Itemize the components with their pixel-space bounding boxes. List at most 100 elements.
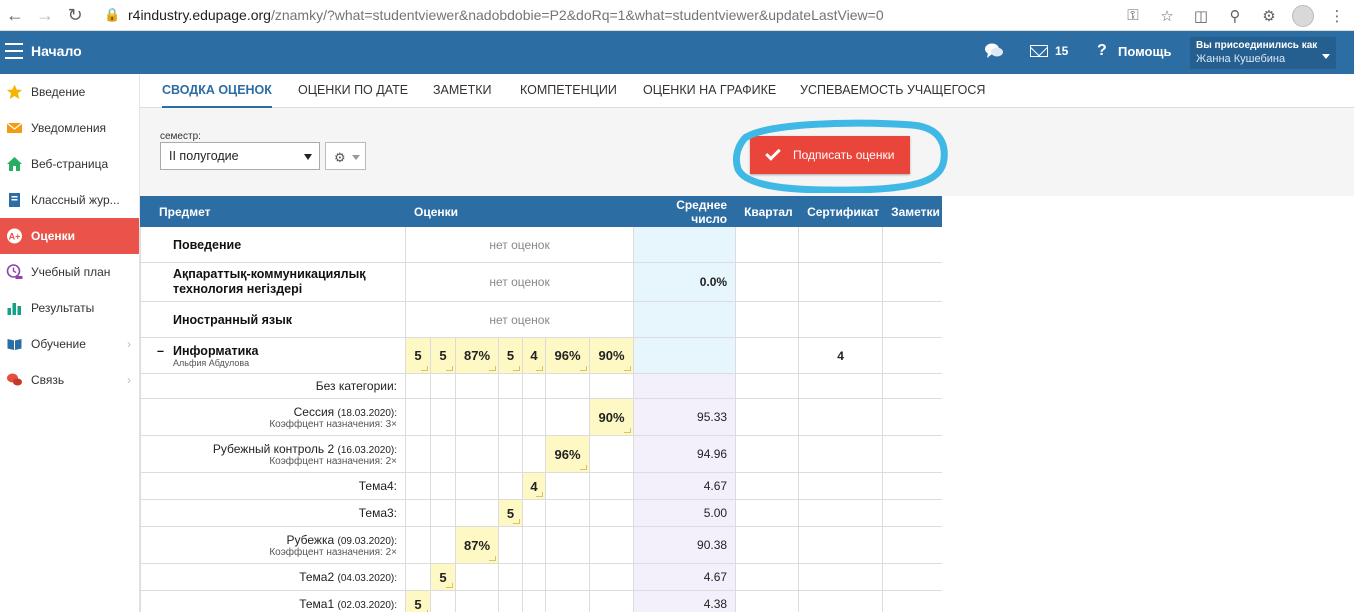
- grade-cell[interactable]: 87%: [455, 526, 499, 564]
- category-row[interactable]: Рубежка (09.03.2020): Коэффцент назначени…: [140, 526, 942, 564]
- chevron-down-icon: [1322, 54, 1330, 59]
- sidebar-item-curriculum[interactable]: Учебный план: [0, 254, 139, 290]
- user-switcher[interactable]: Вы присоединились как Жанна Кушебина: [1190, 37, 1336, 69]
- category-name: Тема2: [299, 570, 335, 584]
- sidebar-item-intro[interactable]: Введение: [0, 74, 139, 110]
- category-row[interactable]: Тема4: 4 4.67: [140, 472, 942, 500]
- grade-cell[interactable]: 96%: [545, 337, 590, 374]
- empty-grade-cell: [498, 435, 523, 473]
- reload-icon[interactable]: ↻: [60, 0, 90, 31]
- gear-icon: ⚙: [334, 150, 346, 165]
- help-link[interactable]: Помощь: [1118, 44, 1171, 59]
- quarter-cell: [735, 398, 800, 436]
- pocket-icon[interactable]: ◫: [1184, 0, 1218, 31]
- sidebar-item-results[interactable]: Результаты: [0, 290, 139, 326]
- empty-grade-cell: [430, 435, 456, 473]
- grade-cell[interactable]: 5: [405, 590, 431, 612]
- grade-cell[interactable]: 5: [498, 337, 523, 374]
- category-name: Рубежка: [286, 532, 335, 547]
- empty-grade-cell: [455, 590, 499, 612]
- quarter-cell: [735, 526, 800, 564]
- sidebar-item-notifications[interactable]: Уведомления: [0, 110, 139, 146]
- subject-name: Поведение: [140, 226, 406, 263]
- category-row[interactable]: Тема1 (02.03.2020): 5 4.38: [140, 590, 942, 612]
- tab-notes[interactable]: ЗАМЕТКИ: [433, 74, 492, 108]
- average-cell: 0.0%: [633, 262, 737, 302]
- table-row[interactable]: Ақпараттық-коммуникациялық технология не…: [140, 262, 942, 302]
- empty-grade-cell: [455, 373, 499, 399]
- grade-cell[interactable]: 90%: [588, 337, 635, 374]
- category-row[interactable]: Сессия (18.03.2020): Коэффцент назначения…: [140, 398, 942, 436]
- app-title[interactable]: Начало: [31, 43, 82, 59]
- table-row[interactable]: Иностранный язык нет оценок: [140, 301, 942, 338]
- category-date: (09.03.2020):: [337, 535, 398, 547]
- tab-grades-by-date[interactable]: ОЦЕНКИ ПО ДАТЕ: [298, 74, 408, 108]
- grade-cell[interactable]: 4: [522, 337, 546, 374]
- user-name: Жанна Кушебина: [1196, 53, 1286, 65]
- col-grades: Оценки: [404, 196, 635, 227]
- collapse-icon[interactable]: –: [157, 344, 164, 358]
- certificate-cell: [798, 398, 884, 436]
- empty-grade-cell: [455, 435, 499, 473]
- more-icon[interactable]: ⋮: [1320, 0, 1354, 31]
- table-row[interactable]: Поведение нет оценок: [140, 226, 942, 263]
- semester-select[interactable]: II полугодие: [160, 142, 320, 170]
- category-row[interactable]: Рубежный контроль 2 (16.03.2020): Коэффце…: [140, 435, 942, 473]
- sidebar-item-label: Учебный план: [31, 265, 111, 279]
- forward-icon[interactable]: →: [30, 0, 60, 31]
- empty-grade-cell: [545, 398, 590, 436]
- search-icon[interactable]: ⚲: [1218, 0, 1252, 31]
- tab-grade-summary[interactable]: СВОДКА ОЦЕНОК: [162, 74, 272, 108]
- sidebar-item-communication[interactable]: Связь ›: [0, 362, 139, 398]
- extension-icon[interactable]: ⚙: [1252, 0, 1286, 31]
- grade-cell[interactable]: 5: [430, 563, 456, 591]
- back-icon[interactable]: ←: [0, 0, 30, 31]
- sidebar-item-learning[interactable]: Обучение ›: [0, 326, 139, 362]
- sidebar: Введение Уведомления Веб-страница Классн…: [0, 74, 140, 612]
- book-icon: [7, 339, 22, 350]
- empty-grade-cell: [405, 472, 431, 500]
- empty-grade-cell: [522, 398, 546, 436]
- envelope-icon: [6, 122, 23, 133]
- grade-cell[interactable]: 96%: [545, 435, 590, 473]
- hamburger-menu-icon[interactable]: [5, 43, 23, 59]
- grade-cell[interactable]: 4: [522, 472, 546, 500]
- table-row[interactable]: – Информатика Альфия Абдулова 5 5 87% 5 …: [140, 337, 942, 374]
- grade-cell[interactable]: 5: [405, 337, 431, 374]
- key-icon[interactable]: ⚿: [1116, 0, 1150, 31]
- tab-grades-chart[interactable]: ОЦЕНКИ НА ГРАФИКЕ: [643, 74, 776, 108]
- sidebar-item-webpage[interactable]: Веб-страница: [0, 146, 139, 182]
- address-bar[interactable]: 🔒 r4industry.edupage.org/znamky/?what=st…: [104, 1, 1184, 29]
- clock-icon: [6, 264, 23, 279]
- notes-cell: [882, 373, 942, 399]
- empty-grade-cell: [545, 373, 590, 399]
- tab-competencies[interactable]: КОМПЕТЕНЦИИ: [520, 74, 617, 108]
- profile-avatar[interactable]: [1286, 0, 1320, 31]
- help-icon[interactable]: ?: [1097, 42, 1107, 60]
- grade-cell[interactable]: 90%: [588, 398, 635, 436]
- category-row[interactable]: Тема2 (04.03.2020): 5 4.67: [140, 563, 942, 591]
- no-grades: нет оценок: [404, 262, 635, 302]
- tab-student-progress[interactable]: УСПЕВАЕМОСТЬ УЧАЩЕГОСЯ: [800, 74, 985, 108]
- category-row[interactable]: Тема3: 5 5.00: [140, 499, 942, 527]
- star-icon[interactable]: ☆: [1150, 0, 1184, 31]
- category-row[interactable]: Без категории:: [140, 373, 942, 399]
- grade-cell[interactable]: 87%: [455, 337, 499, 374]
- sidebar-item-grades[interactable]: A+ Оценки: [0, 218, 139, 254]
- average-cell: 5.00: [633, 499, 737, 527]
- sidebar-item-label: Веб-страница: [31, 157, 109, 171]
- sidebar-item-class-journal[interactable]: Классный жур...: [0, 182, 139, 218]
- svg-text:A+: A+: [9, 232, 21, 242]
- empty-grade-cell: [430, 526, 456, 564]
- empty-grade-cell: [588, 563, 635, 591]
- grade-cell[interactable]: 5: [430, 337, 456, 374]
- grade-cell[interactable]: 5: [498, 499, 523, 527]
- settings-button[interactable]: ⚙: [325, 142, 366, 170]
- mail-count[interactable]: 15: [1055, 44, 1068, 58]
- empty-grade-cell: [405, 563, 431, 591]
- sidebar-item-label: Уведомления: [31, 121, 107, 135]
- mail-icon[interactable]: [1030, 45, 1048, 57]
- notes-cell: [882, 499, 942, 527]
- chat-icon[interactable]: [984, 41, 1004, 61]
- empty-grade-cell: [430, 398, 456, 436]
